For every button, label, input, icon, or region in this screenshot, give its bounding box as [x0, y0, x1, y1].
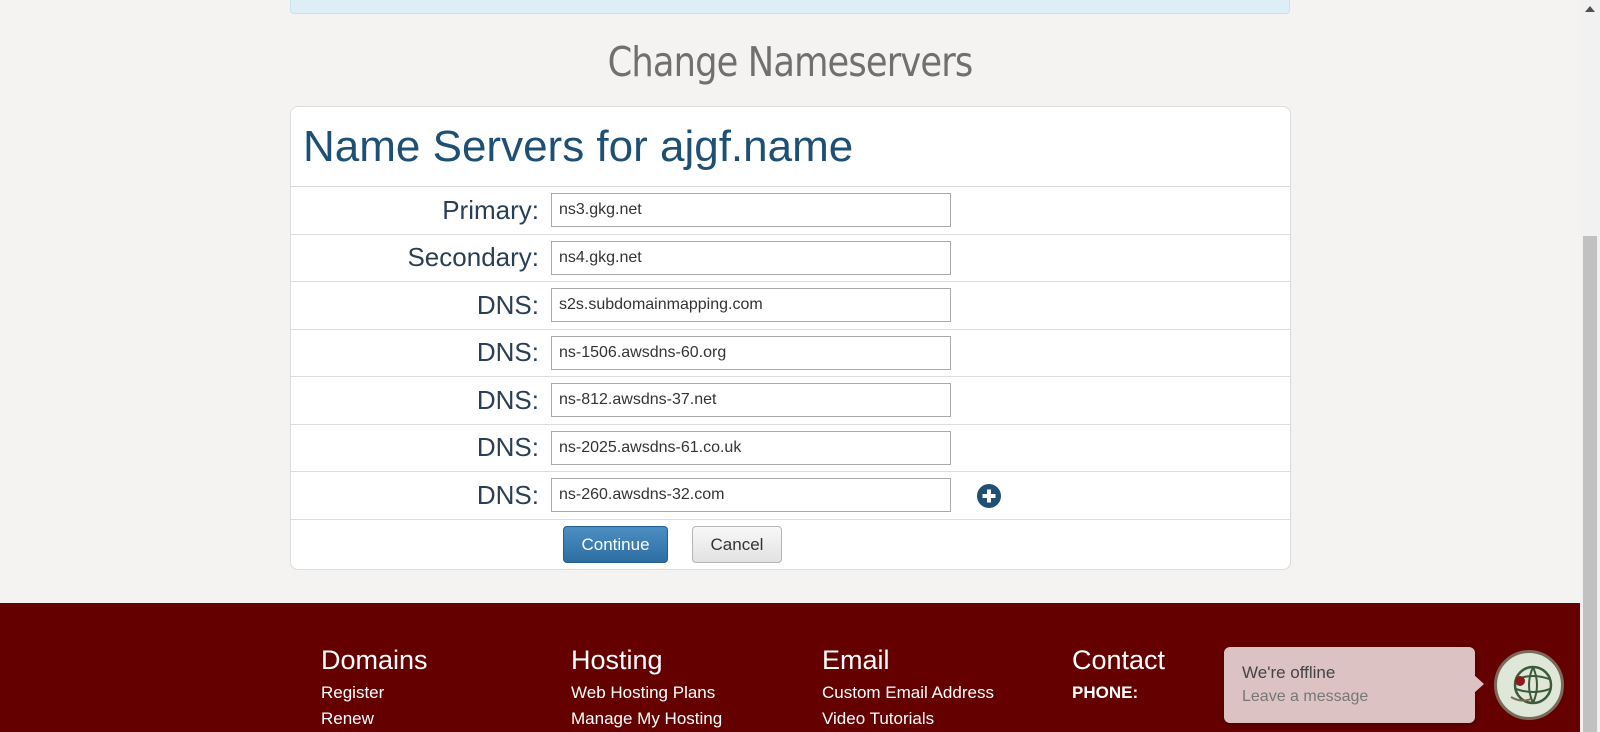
- dns-label: DNS:: [476, 337, 539, 368]
- ns-row-dns-3: DNS:: [291, 377, 1290, 425]
- card-header: Name Servers for ajgf.name: [291, 107, 1290, 187]
- primary-label: Primary:: [442, 194, 539, 225]
- chat-status: We're offline: [1242, 663, 1336, 682]
- footer-link-web-hosting-plans[interactable]: Web Hosting Plans: [571, 680, 722, 706]
- plus-circle-icon[interactable]: [977, 484, 1001, 508]
- footer-link-manage-hosting[interactable]: Manage My Hosting: [571, 706, 722, 732]
- footer-col-contact: Contact PHONE:: [1072, 643, 1165, 706]
- dns-label: DNS:: [476, 479, 539, 510]
- footer-col-hosting: Hosting Web Hosting Plans Manage My Host…: [571, 643, 722, 732]
- footer-link-renew[interactable]: Renew: [321, 706, 428, 732]
- footer-link-register[interactable]: Register: [321, 680, 428, 706]
- continue-button[interactable]: Continue: [563, 526, 668, 563]
- ns-row-dns-1: DNS:: [291, 282, 1290, 330]
- cancel-button[interactable]: Cancel: [692, 526, 782, 563]
- footer-col-domains: Domains Register Renew: [321, 643, 428, 732]
- globe-icon: [1510, 665, 1553, 705]
- chat-launcher[interactable]: [1494, 650, 1564, 720]
- ns-row-dns-4: DNS:: [291, 425, 1290, 472]
- ns-row-dns-2: DNS:: [291, 330, 1290, 377]
- footer-heading-hosting: Hosting: [571, 645, 663, 675]
- footer-heading-email: Email: [822, 645, 890, 675]
- dns-input-1[interactable]: [551, 288, 951, 323]
- page: Change Nameservers Name Servers for ajgf…: [0, 0, 1600, 732]
- page-title: Change Nameservers: [607, 38, 974, 86]
- info-banner: [290, 0, 1290, 14]
- scroll-up-icon[interactable]: [1585, 6, 1595, 12]
- vertical-scrollbar[interactable]: [1580, 0, 1600, 732]
- dns-label: DNS:: [476, 384, 539, 415]
- chat-offline-bubble[interactable]: We're offline Leave a message: [1224, 647, 1484, 723]
- footer-link-video-tutorials[interactable]: Video Tutorials: [822, 706, 994, 732]
- secondary-ns-input[interactable]: [551, 240, 951, 275]
- footer-link-custom-email[interactable]: Custom Email Address: [822, 680, 994, 706]
- footer-phone-label: PHONE:: [1072, 683, 1139, 702]
- footer-heading-domains: Domains: [321, 645, 428, 675]
- dns-input-3[interactable]: [551, 383, 951, 418]
- primary-ns-input[interactable]: [551, 193, 951, 228]
- secondary-label: Secondary:: [407, 242, 539, 273]
- dns-input-5[interactable]: [551, 478, 951, 513]
- dns-label: DNS:: [476, 432, 539, 463]
- dns-label: DNS:: [476, 289, 539, 320]
- form-actions: Continue Cancel: [291, 520, 1290, 570]
- footer-heading-contact: Contact: [1072, 645, 1166, 675]
- ns-row-secondary: Secondary:: [291, 235, 1290, 282]
- chat-prompt: Leave a message: [1242, 688, 1369, 705]
- scrollbar-thumb[interactable]: [1583, 236, 1597, 732]
- nameservers-card: Name Servers for ajgf.name Primary: Seco…: [290, 106, 1291, 570]
- dns-input-4[interactable]: [551, 430, 951, 465]
- dns-input-2[interactable]: [551, 335, 951, 370]
- ns-row-dns-5: DNS:: [291, 472, 1290, 520]
- footer-col-email: Email Custom Email Address Video Tutoria…: [822, 643, 994, 732]
- card-heading: Name Servers for ajgf.name: [303, 121, 854, 171]
- ns-row-primary: Primary:: [291, 187, 1290, 235]
